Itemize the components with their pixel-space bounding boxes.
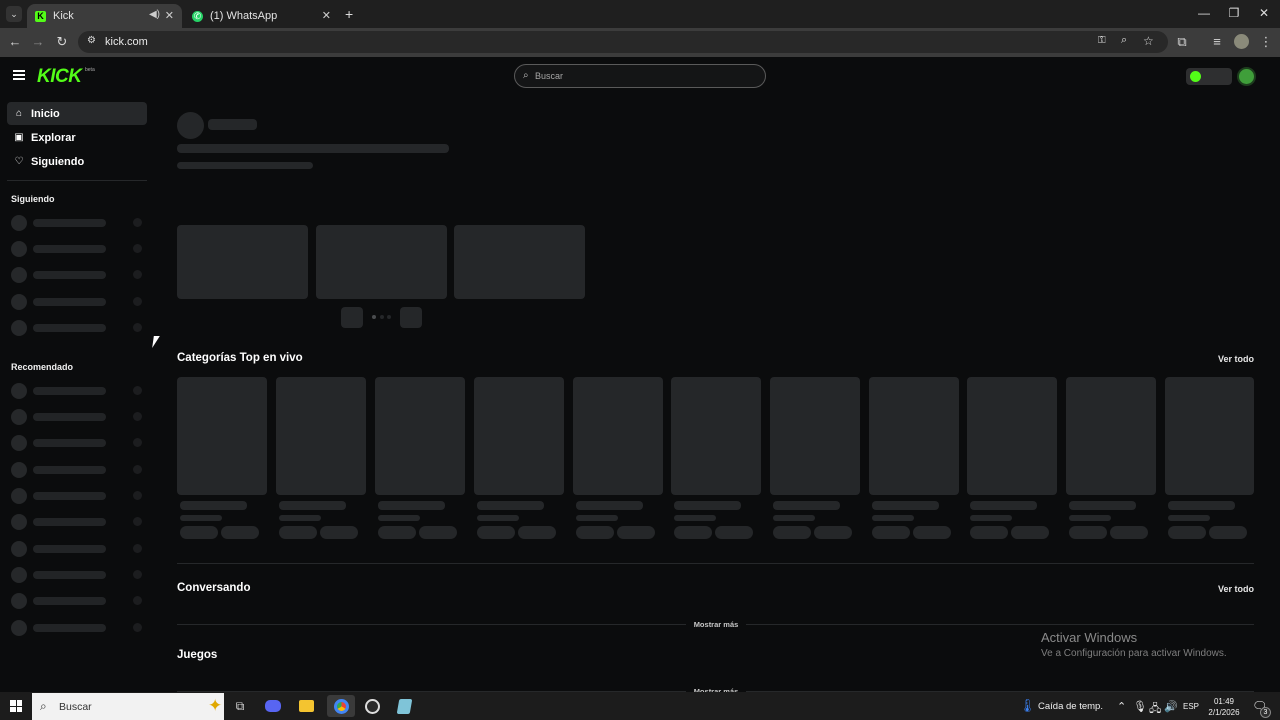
carousel-card[interactable]	[316, 225, 447, 299]
password-key-icon[interactable]: ⚿	[1098, 35, 1106, 46]
search-input[interactable]: ⌕ Buscar	[514, 64, 766, 88]
logo-beta-badge: beta	[85, 67, 95, 73]
minimize-icon[interactable]: —	[1194, 6, 1214, 20]
featured-avatar-skeleton	[177, 112, 204, 139]
search-icon: ⌕	[523, 70, 529, 81]
featured-subtitle-skeleton	[177, 162, 313, 169]
window-close-icon[interactable]: ✕	[1254, 6, 1274, 20]
kick-coin-icon	[1190, 71, 1201, 82]
zoom-icon[interactable]: ⌕	[1121, 34, 1127, 47]
section-title-conversations: Conversando	[177, 582, 251, 594]
sidebar-item-label: Inicio	[31, 107, 60, 120]
tab-kick[interactable]: K Kick ◀) ✕	[27, 4, 182, 28]
section-title-top-categories: Categorías Top en vivo	[177, 352, 303, 364]
kick-icon: K	[35, 10, 46, 22]
microphone-icon[interactable]: 🎙	[1133, 700, 1147, 713]
notification-badge: 3	[1260, 707, 1271, 718]
thermometer-icon[interactable]: 🌡	[1019, 698, 1036, 714]
clock[interactable]: 01:49 2/1/2026	[1206, 696, 1242, 718]
taskbar-search-placeholder: Buscar	[59, 701, 92, 713]
back-icon[interactable]: ←	[7, 34, 23, 49]
carousel-next-button[interactable]	[400, 307, 422, 328]
whatsapp-icon: ✆	[192, 10, 203, 22]
task-view-icon[interactable]: ⧉	[229, 695, 251, 717]
browser-tab-bar: ⌄ K Kick ◀) ✕ ✆ (1) WhatsApp ✕ + — ❐ ✕	[0, 0, 1280, 28]
taskbar-search-input[interactable]: ⌕ Buscar ✦	[32, 693, 224, 720]
wallet-toggle[interactable]	[1186, 68, 1232, 85]
windows-start-icon[interactable]	[10, 700, 22, 712]
language-indicator[interactable]: ESP	[1183, 702, 1199, 711]
activation-watermark-title: Activar Windows	[1041, 630, 1138, 645]
plus-icon[interactable]: +	[345, 6, 353, 22]
hamburger-menu-icon[interactable]	[13, 70, 25, 80]
clock-time: 01:49	[1213, 697, 1235, 706]
tab-kick-title: Kick	[53, 10, 74, 22]
section-title-games: Juegos	[177, 649, 218, 661]
search-placeholder: Buscar	[535, 71, 564, 81]
chevron-up-icon[interactable]: ⌃	[1117, 700, 1126, 713]
sparkle-icon: ✦	[208, 696, 223, 715]
tab-audio-icon[interactable]: ◀)	[149, 9, 160, 20]
volume-icon[interactable]: 🔊	[1164, 700, 1178, 713]
notepad-icon[interactable]	[393, 695, 415, 717]
show-more-button[interactable]: Mostrar más	[686, 620, 746, 629]
weather-text[interactable]: Caída de temp.	[1038, 701, 1103, 712]
extensions-icon[interactable]: ⧉	[1174, 34, 1190, 50]
tab-whatsapp-title: (1) WhatsApp	[210, 10, 278, 22]
heart-icon: ♡	[14, 156, 24, 167]
sidebar-item-label: Siguiendo	[31, 155, 85, 168]
close-icon[interactable]: ✕	[322, 9, 331, 22]
profile-icon[interactable]	[1234, 34, 1249, 49]
discord-icon[interactable]	[262, 695, 284, 717]
browser-toolbar: ← → ↻ ⚙ kick.com ⚿ ⌕ ☆ ⧉ ≡ ⋮	[0, 28, 1280, 57]
see-all-categories-link[interactable]: Ver todo	[1210, 354, 1254, 364]
sidebar-heading-following: Siguiendo	[11, 194, 55, 204]
url-text: kick.com	[105, 36, 148, 48]
address-bar[interactable]: ⚙ kick.com ⚿ ⌕ ☆	[78, 31, 1168, 53]
obs-icon[interactable]	[361, 695, 383, 717]
restore-icon[interactable]: ❐	[1224, 6, 1244, 20]
chrome-icon[interactable]	[327, 695, 355, 717]
sidebar-item-siguiendo[interactable]: ♡ Siguiendo	[7, 150, 147, 173]
section-divider	[177, 563, 1254, 564]
menu-dots-icon[interactable]: ⋮	[1258, 34, 1274, 50]
site-info-icon[interactable]: ⚙	[87, 35, 96, 46]
file-explorer-icon[interactable]	[295, 695, 317, 717]
carousel-card[interactable]	[177, 225, 308, 299]
sidebar-divider	[7, 180, 147, 181]
featured-name-skeleton	[208, 119, 257, 130]
media-icon[interactable]: ≡	[1209, 34, 1225, 49]
mouse-cursor-icon	[152, 336, 160, 348]
home-icon: ⌂	[15, 108, 23, 119]
sidebar-item-inicio[interactable]: ⌂ Inicio	[7, 102, 147, 125]
carousel-card[interactable]	[454, 225, 585, 299]
sidebar-item-explorar[interactable]: ▣ Explorar	[7, 126, 147, 149]
see-all-conversations-link[interactable]: Ver todo	[1210, 584, 1254, 594]
featured-title-skeleton	[177, 144, 449, 153]
tab-whatsapp[interactable]: ✆ (1) WhatsApp ✕	[184, 4, 339, 28]
close-icon[interactable]: ✕	[165, 9, 174, 22]
carousel-prev-button[interactable]	[341, 307, 363, 328]
sidebar-heading-recommended: Recomendado	[11, 362, 74, 372]
explore-icon: ▣	[14, 132, 24, 143]
kick-logo[interactable]: KICK	[37, 66, 82, 88]
clock-date: 2/1/2026	[1208, 708, 1240, 717]
forward-icon[interactable]: →	[30, 34, 46, 49]
tab-search-chevron-icon[interactable]: ⌄	[6, 6, 22, 22]
reload-icon[interactable]: ↻	[54, 34, 70, 50]
windows-taskbar: ⌕ Buscar ✦ ⧉ 🌡 Caída de temp. ⌃ 🎙 🖧 🔊 ES…	[0, 692, 1280, 720]
search-icon: ⌕	[40, 699, 47, 713]
network-icon[interactable]: 🖧	[1149, 700, 1161, 719]
avatar[interactable]	[1237, 67, 1256, 86]
activation-watermark-subtitle: Ve a Configuración para activar Windows.	[1041, 648, 1227, 659]
sidebar-item-label: Explorar	[31, 131, 76, 144]
bookmark-star-icon[interactable]: ☆	[1143, 34, 1154, 48]
kick-site: KICK beta ⌕ Buscar ⌂ Inicio ▣ Explorar ♡…	[0, 57, 1280, 692]
